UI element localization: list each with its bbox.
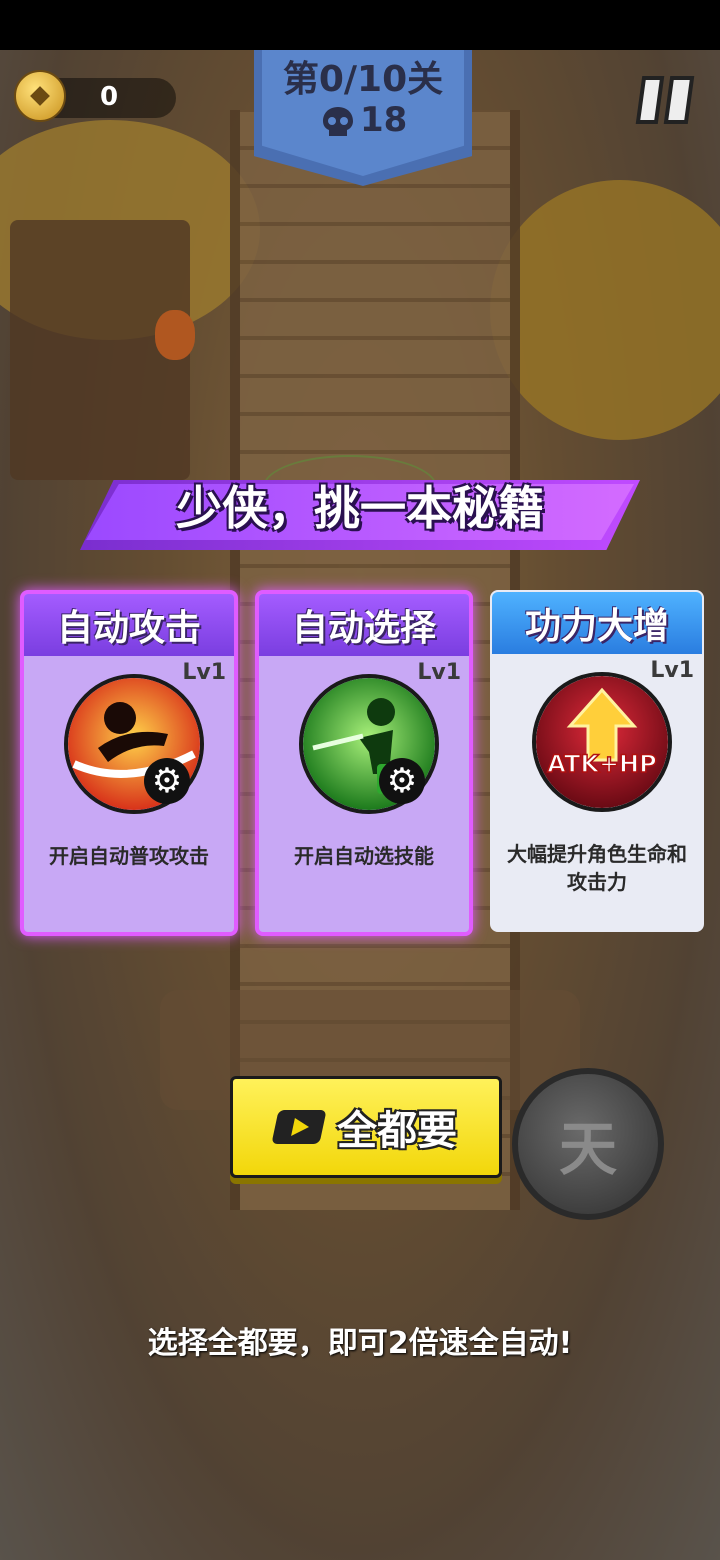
card-title: 自动选择 [259, 594, 469, 656]
card-level: Lv1 [417, 660, 461, 685]
skill-card-auto-attack[interactable]: 自动攻击 Lv1 ⚙ 开启自动普攻攻击 [20, 590, 238, 936]
atk-hp-boost-icon: ATK+HP [532, 672, 672, 812]
gear-icon: ⚙ [379, 758, 425, 804]
coin-count: 0 [100, 82, 119, 112]
take-all-label: 全都要 [337, 1108, 457, 1154]
level-progress: 第0/10关 [282, 59, 444, 100]
skill-card-auto-select[interactable]: 自动选择 Lv1 ⚙ 开启自动选技能 [255, 590, 473, 936]
kill-count: 18 [360, 100, 408, 140]
card-description: 开启自动选技能 [294, 844, 434, 868]
coin-icon [14, 70, 66, 122]
hint-text: 选择全都要，即可2倍速全自动! [147, 1326, 573, 1361]
dialog-title: 少侠，挑一本秘籍 [176, 481, 544, 535]
card-description: 开启自动普攻攻击 [49, 844, 209, 868]
take-all-button[interactable]: 全都要 [230, 1076, 502, 1178]
video-play-icon [271, 1110, 327, 1144]
card-title: 功力大增 [492, 592, 702, 654]
card-level: Lv1 [182, 660, 226, 685]
pause-icon[interactable] [634, 70, 698, 130]
atk-hp-text: ATK+HP [547, 750, 656, 778]
skull-icon [323, 107, 353, 136]
card-level: Lv1 [650, 658, 694, 683]
status-bar [0, 0, 720, 50]
card-description: 大幅提升角色生命和攻击力 [507, 842, 687, 894]
skill-card-power-up[interactable]: 功力大增 Lv1 ATK+HP 大幅提升角色生命和攻击力 [490, 590, 704, 932]
skill-button-tian[interactable]: 天 [512, 1068, 664, 1220]
card-title: 自动攻击 [24, 594, 234, 656]
gear-icon: ⚙ [144, 758, 190, 804]
